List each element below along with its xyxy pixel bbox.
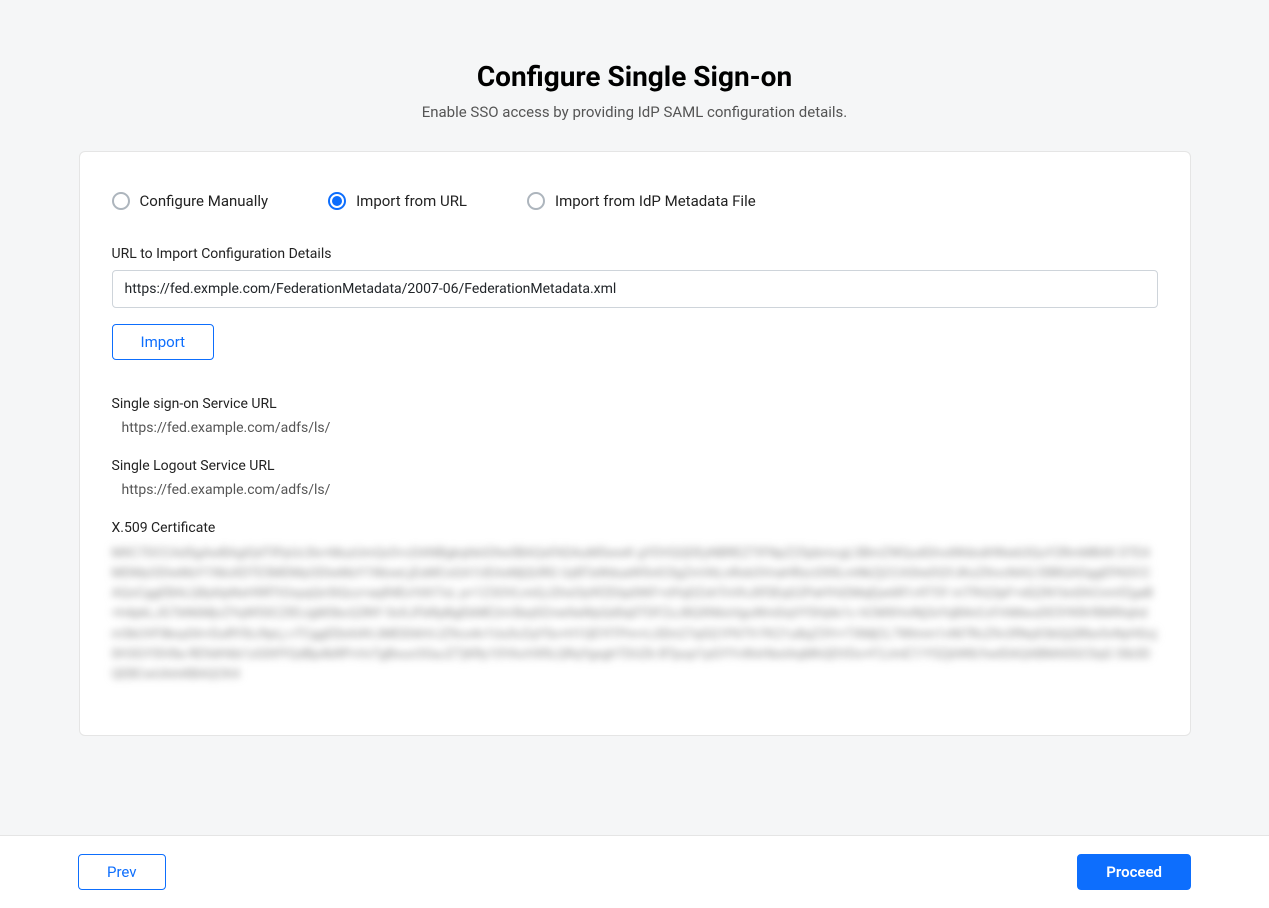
page-subtitle: Enable SSO access by providing IdP SAML … — [0, 103, 1269, 121]
url-input[interactable] — [112, 270, 1158, 308]
footer-bar: Prev Proceed — [0, 835, 1269, 908]
page-title: Configure Single Sign-on — [0, 60, 1269, 93]
prev-button[interactable]: Prev — [78, 854, 166, 890]
sso-url-label: Single sign-on Service URL — [112, 396, 1158, 412]
radio-label: Import from URL — [356, 192, 467, 210]
url-field-label: URL to Import Configuration Details — [112, 246, 1158, 262]
config-mode-radio-group: Configure Manually Import from URL Impor… — [112, 192, 1158, 210]
radio-import-from-url[interactable]: Import from URL — [328, 192, 467, 210]
radio-icon — [112, 192, 130, 210]
config-card: Configure Manually Import from URL Impor… — [79, 151, 1191, 736]
slo-url-value: https://fed.example.com/adfs/ls/ — [112, 482, 1158, 498]
sso-url-value: https://fed.example.com/adfs/ls/ — [112, 420, 1158, 436]
radio-configure-manually[interactable]: Configure Manually — [112, 192, 269, 210]
slo-url-label: Single Logout Service URL — [112, 458, 1158, 474]
cert-value: MIIC7DCCAdSgAwBAgIQdTlPpUc3lx+MuzUmQx5+c… — [112, 544, 1158, 685]
radio-label: Configure Manually — [140, 192, 269, 210]
radio-import-from-file[interactable]: Import from IdP Metadata File — [527, 192, 756, 210]
import-button[interactable]: Import — [112, 324, 215, 360]
radio-icon — [328, 192, 346, 210]
cert-label: X.509 Certificate — [112, 520, 1158, 536]
radio-icon — [527, 192, 545, 210]
radio-label: Import from IdP Metadata File — [555, 192, 756, 210]
proceed-button[interactable]: Proceed — [1077, 854, 1191, 890]
